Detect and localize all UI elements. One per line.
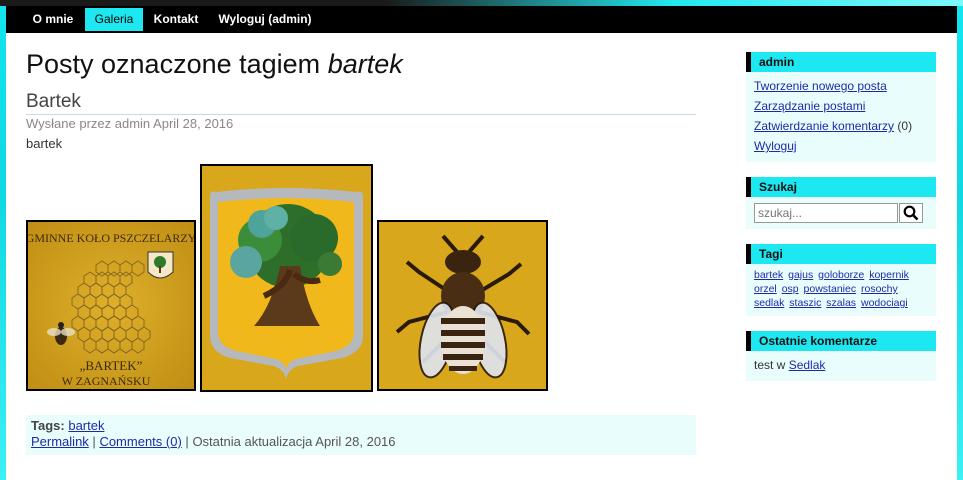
page-content: Posty oznaczone tagiem bartek Bartek Wys… (6, 33, 957, 480)
tag-link[interactable]: powstaniec (804, 283, 857, 295)
bee-abdomen (441, 306, 485, 374)
create-post-link[interactable]: Tworzenie nowego posta (754, 79, 887, 93)
sidebar-admin-block: admin Tworzenie nowego posta Zarządzanie… (746, 52, 936, 162)
manage-posts-link[interactable]: Zarządzanie postami (754, 99, 865, 113)
emblem-text-bottom2: W ZAGNAŃSKU (62, 374, 151, 388)
tag-link[interactable]: szalas (826, 297, 856, 309)
sidebar-admin-menu: Tworzenie nowego posta Zarządzanie posta… (746, 72, 936, 162)
tag-link[interactable]: goloborze (818, 269, 864, 281)
oak-tree-crest-photo[interactable] (200, 164, 373, 392)
embroidered-bee-photo[interactable] (377, 220, 548, 391)
footer-tag-link[interactable]: bartek (68, 418, 104, 433)
page-title-tag: bartek (327, 49, 403, 79)
tag-cloud: bartek gajus goloborze kopernik orzel os… (746, 264, 936, 316)
logout-link[interactable]: Wyloguj (754, 139, 797, 153)
emblem-text-bottom1: „BARTEK” (80, 358, 143, 373)
tag-link[interactable]: bartek (754, 269, 783, 281)
search-input[interactable] (754, 203, 898, 223)
sidebar-admin-title: admin (746, 52, 936, 72)
approve-comments-count: (0) (894, 119, 913, 133)
tag-link[interactable]: wodociagi (861, 297, 908, 309)
sidebar-comments-title: Ostatnie komentarze (746, 331, 936, 351)
page-title-prefix: Posty oznaczone tagiem (26, 49, 321, 79)
recent-comment-text: test w (754, 358, 786, 372)
approve-comments-link[interactable]: Zatwierdzanie komentarzy (754, 119, 894, 133)
sidebar-comments-block: Ostatnie komentarze test w Sedlak (746, 331, 936, 381)
search-form (754, 203, 928, 223)
honeycomb-emblem-graphic: GMINNE KOŁO PSZCZELARZY „BARTEK” W ZAGNA… (28, 222, 194, 389)
permalink-link[interactable]: Permalink (31, 434, 89, 449)
post-title-divider (26, 114, 696, 115)
post-footer: Tags: bartek Permalink | Comments (0) | … (26, 415, 696, 455)
recent-comment-link[interactable]: Sedlak (789, 358, 826, 372)
last-updated-text: Ostatnia aktualizacja April 28, 2016 (192, 434, 396, 449)
nav-galeria[interactable]: Galeria (85, 8, 143, 31)
footer-separator: | (185, 434, 189, 449)
tag-link[interactable]: sedlak (754, 297, 784, 309)
post-title[interactable]: Bartek (26, 91, 81, 113)
tag-link[interactable]: kopernik (869, 269, 909, 281)
search-button[interactable] (899, 203, 923, 223)
tags-label: Tags: (31, 418, 65, 433)
top-navigation: O mnie Galeria Kontakt Wyloguj (admin) (6, 6, 957, 33)
tag-link[interactable]: gajus (788, 269, 813, 281)
comments-link[interactable]: Comments (0) (99, 434, 181, 449)
bee-head (445, 250, 481, 274)
nav-wyloguj[interactable]: Wyloguj (admin) (213, 8, 317, 31)
nav-o-mnie[interactable]: O mnie (25, 8, 81, 31)
nav-kontakt[interactable]: Kontakt (147, 8, 205, 31)
post-body: bartek (26, 136, 63, 151)
post-meta: Wysłane przez admin April 28, 2016 (26, 116, 234, 131)
tag-link[interactable]: osp (782, 283, 799, 295)
recent-comment: test w Sedlak (746, 351, 936, 381)
embroidered-bee-graphic (379, 222, 546, 389)
honeycomb-emblem-photo[interactable]: GMINNE KOŁO PSZCZELARZY „BARTEK” W ZAGNA… (26, 220, 196, 391)
page-title: Posty oznaczone tagiem bartek (26, 49, 403, 80)
footer-separator: | (92, 434, 96, 449)
sidebar-tags-title: Tagi (746, 244, 936, 264)
search-icon (903, 205, 919, 221)
oak-tree-crest-graphic (202, 166, 371, 390)
emblem-text-top: GMINNE KOŁO PSZCZELARZY (28, 231, 194, 245)
tag-link[interactable]: orzel (754, 283, 777, 295)
sidebar-tags-block: Tagi bartek gajus goloborze kopernik orz… (746, 244, 936, 316)
tag-link[interactable]: staszic (789, 297, 821, 309)
sidebar-search-title: Szukaj (746, 177, 936, 197)
sidebar-search-block: Szukaj (746, 177, 936, 229)
tag-link[interactable]: rosochy (861, 283, 898, 295)
